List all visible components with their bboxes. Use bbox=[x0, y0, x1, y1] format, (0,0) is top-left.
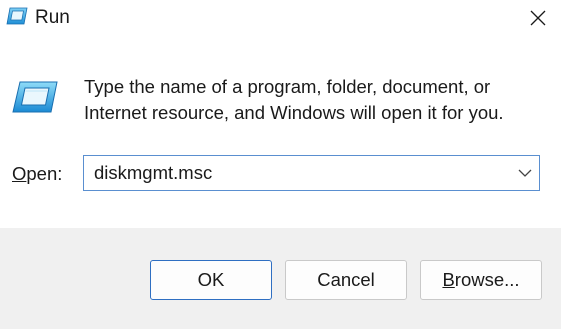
ok-button-label: OK bbox=[197, 269, 225, 290]
description-line-1: Type the name of a program, folder, docu… bbox=[84, 76, 491, 97]
window-title: Run bbox=[35, 7, 70, 28]
run-icon bbox=[6, 7, 28, 25]
run-description: Type the name of a program, folder, docu… bbox=[84, 74, 544, 126]
title-bar: Run bbox=[0, 0, 561, 40]
browse-button-label: Browse... bbox=[442, 269, 519, 291]
ok-button[interactable]: OK bbox=[150, 260, 272, 300]
browse-label-rest: rowse... bbox=[454, 269, 520, 290]
browse-mnemonic: B bbox=[442, 269, 455, 290]
run-program-icon bbox=[12, 81, 58, 113]
close-icon bbox=[530, 10, 546, 26]
open-label-text: pen: bbox=[26, 163, 63, 184]
open-combobox[interactable] bbox=[83, 155, 540, 191]
description-line-2: Internet resource, and Windows will open… bbox=[84, 102, 504, 123]
close-button[interactable] bbox=[515, 0, 561, 36]
open-label-mnemonic: O bbox=[12, 163, 27, 184]
cancel-button[interactable]: Cancel bbox=[285, 260, 407, 300]
open-label: Open: bbox=[12, 162, 62, 186]
button-bar: OK Cancel Browse... bbox=[0, 228, 561, 329]
run-dialog: Run Type the name of a program, folder, … bbox=[0, 0, 561, 329]
cancel-button-label: Cancel bbox=[317, 269, 375, 290]
browse-button[interactable]: Browse... bbox=[420, 260, 542, 300]
open-input[interactable] bbox=[94, 156, 504, 190]
chevron-down-icon[interactable] bbox=[517, 166, 533, 180]
